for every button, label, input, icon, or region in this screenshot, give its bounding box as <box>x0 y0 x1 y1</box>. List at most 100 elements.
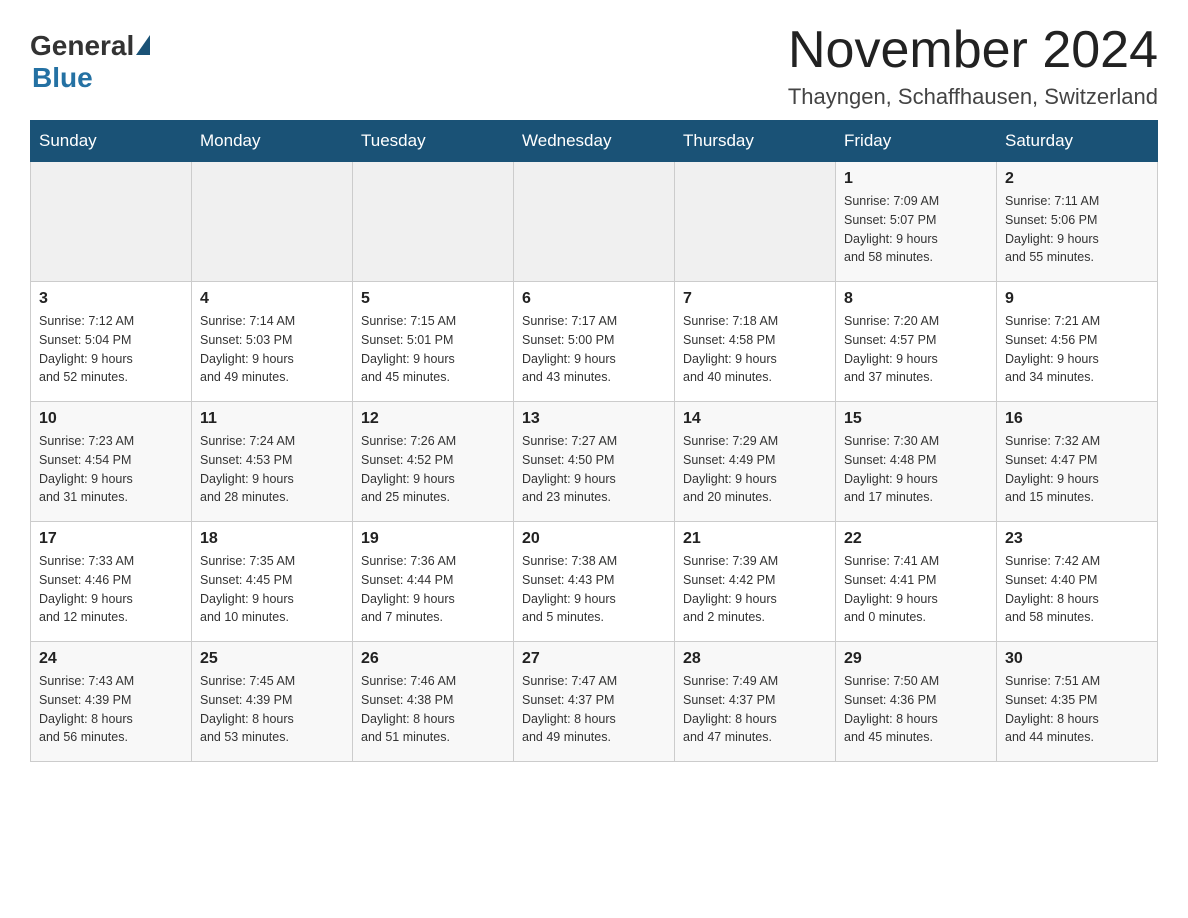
calendar-cell <box>514 162 675 282</box>
page-header: General Blue November 2024 Thayngen, Sch… <box>30 20 1158 110</box>
calendar-row-1: 1Sunrise: 7:09 AM Sunset: 5:07 PM Daylig… <box>31 162 1158 282</box>
calendar-cell: 17 Sunrise: 7:33 AM Sunset: 4:46 PM Dayli… <box>31 522 192 642</box>
day-number: 26 <box>361 650 505 668</box>
day-info: Sunrise: 7:46 AM Sunset: 4:38 PM Dayligh… <box>361 672 505 747</box>
day-number: 29 <box>844 650 988 668</box>
logo-general-text: General <box>30 30 134 62</box>
day-info: Sunrise: 7:47 AM Sunset: 4:37 PM Dayligh… <box>522 672 666 747</box>
calendar-cell: 15Sunrise: 7:30 AM Sunset: 4:48 PM Dayli… <box>836 402 997 522</box>
day-info: Sunrise: 7:50 AM Sunset: 4:36 PM Dayligh… <box>844 672 988 747</box>
month-title: November 2024 <box>788 20 1158 80</box>
day-number: 11 <box>200 410 344 428</box>
day-info: Sunrise: 7:33 AM Sunset: 4:46 PM Dayligh… <box>39 552 183 627</box>
location-text: Thayngen, Schaffhausen, Switzerland <box>788 84 1158 110</box>
calendar-cell <box>192 162 353 282</box>
weekday-header-wednesday: Wednesday <box>514 121 675 162</box>
day-number: 2 <box>1005 170 1149 188</box>
weekday-header-friday: Friday <box>836 121 997 162</box>
weekday-header-monday: Monday <box>192 121 353 162</box>
day-info: Sunrise: 7:18 AM Sunset: 4:58 PM Dayligh… <box>683 312 827 387</box>
calendar-cell: 19 Sunrise: 7:36 AM Sunset: 4:44 PM Dayli… <box>353 522 514 642</box>
calendar-cell: 20 Sunrise: 7:38 AM Sunset: 4:43 PM Dayli… <box>514 522 675 642</box>
day-info: Sunrise: 7:35 AM Sunset: 4:45 PM Dayligh… <box>200 552 344 627</box>
day-number: 5 <box>361 290 505 308</box>
day-info: Sunrise: 7:38 AM Sunset: 4:43 PM Dayligh… <box>522 552 666 627</box>
day-info: Sunrise: 7:27 AM Sunset: 4:50 PM Dayligh… <box>522 432 666 507</box>
day-info: Sunrise: 7:43 AM Sunset: 4:39 PM Dayligh… <box>39 672 183 747</box>
day-number: 20 <box>522 530 666 548</box>
day-info: Sunrise: 7:42 AM Sunset: 4:40 PM Dayligh… <box>1005 552 1149 627</box>
day-number: 27 <box>522 650 666 668</box>
calendar-cell: 5 Sunrise: 7:15 AM Sunset: 5:01 PM Daylig… <box>353 282 514 402</box>
calendar-table: SundayMondayTuesdayWednesdayThursdayFrid… <box>30 120 1158 762</box>
weekday-header-sunday: Sunday <box>31 121 192 162</box>
calendar-row-3: 10 Sunrise: 7:23 AM Sunset: 4:54 PM Dayli… <box>31 402 1158 522</box>
calendar-cell: 3 Sunrise: 7:12 AM Sunset: 5:04 PM Daylig… <box>31 282 192 402</box>
day-info: Sunrise: 7:17 AM Sunset: 5:00 PM Dayligh… <box>522 312 666 387</box>
weekday-header-thursday: Thursday <box>675 121 836 162</box>
day-info: Sunrise: 7:36 AM Sunset: 4:44 PM Dayligh… <box>361 552 505 627</box>
day-info: Sunrise: 7:29 AM Sunset: 4:49 PM Dayligh… <box>683 432 827 507</box>
calendar-cell: 28 Sunrise: 7:49 AM Sunset: 4:37 PM Dayli… <box>675 642 836 762</box>
day-number: 17 <box>39 530 183 548</box>
calendar-row-4: 17 Sunrise: 7:33 AM Sunset: 4:46 PM Dayli… <box>31 522 1158 642</box>
day-info: Sunrise: 7:09 AM Sunset: 5:07 PM Dayligh… <box>844 192 988 267</box>
calendar-cell: 9 Sunrise: 7:21 AM Sunset: 4:56 PM Daylig… <box>997 282 1158 402</box>
logo-blue-text: Blue <box>32 62 93 94</box>
day-info: Sunrise: 7:39 AM Sunset: 4:42 PM Dayligh… <box>683 552 827 627</box>
calendar-cell: 29 Sunrise: 7:50 AM Sunset: 4:36 PM Dayli… <box>836 642 997 762</box>
day-info: Sunrise: 7:11 AM Sunset: 5:06 PM Dayligh… <box>1005 192 1149 267</box>
calendar-cell: 18 Sunrise: 7:35 AM Sunset: 4:45 PM Dayli… <box>192 522 353 642</box>
calendar-cell: 26 Sunrise: 7:46 AM Sunset: 4:38 PM Dayli… <box>353 642 514 762</box>
day-info: Sunrise: 7:15 AM Sunset: 5:01 PM Dayligh… <box>361 312 505 387</box>
weekday-header-row: SundayMondayTuesdayWednesdayThursdayFrid… <box>31 121 1158 162</box>
day-number: 21 <box>683 530 827 548</box>
calendar-cell <box>353 162 514 282</box>
day-number: 6 <box>522 290 666 308</box>
day-number: 23 <box>1005 530 1149 548</box>
day-number: 22 <box>844 530 988 548</box>
calendar-cell: 13 Sunrise: 7:27 AM Sunset: 4:50 PM Dayli… <box>514 402 675 522</box>
calendar-cell: 14 Sunrise: 7:29 AM Sunset: 4:49 PM Dayli… <box>675 402 836 522</box>
title-block: November 2024 Thayngen, Schaffhausen, Sw… <box>788 20 1158 110</box>
day-number: 3 <box>39 290 183 308</box>
calendar-cell: 25Sunrise: 7:45 AM Sunset: 4:39 PM Dayli… <box>192 642 353 762</box>
day-number: 28 <box>683 650 827 668</box>
calendar-cell: 16Sunrise: 7:32 AM Sunset: 4:47 PM Dayli… <box>997 402 1158 522</box>
day-info: Sunrise: 7:41 AM Sunset: 4:41 PM Dayligh… <box>844 552 988 627</box>
day-info: Sunrise: 7:26 AM Sunset: 4:52 PM Dayligh… <box>361 432 505 507</box>
calendar-cell: 6 Sunrise: 7:17 AM Sunset: 5:00 PM Daylig… <box>514 282 675 402</box>
calendar-cell: 2 Sunrise: 7:11 AM Sunset: 5:06 PM Daylig… <box>997 162 1158 282</box>
calendar-cell: 24 Sunrise: 7:43 AM Sunset: 4:39 PM Dayli… <box>31 642 192 762</box>
day-info: Sunrise: 7:23 AM Sunset: 4:54 PM Dayligh… <box>39 432 183 507</box>
calendar-cell: 23 Sunrise: 7:42 AM Sunset: 4:40 PM Dayli… <box>997 522 1158 642</box>
calendar-cell: 11 Sunrise: 7:24 AM Sunset: 4:53 PM Dayli… <box>192 402 353 522</box>
day-info: Sunrise: 7:45 AM Sunset: 4:39 PM Dayligh… <box>200 672 344 747</box>
day-info: Sunrise: 7:21 AM Sunset: 4:56 PM Dayligh… <box>1005 312 1149 387</box>
calendar-row-5: 24 Sunrise: 7:43 AM Sunset: 4:39 PM Dayli… <box>31 642 1158 762</box>
calendar-cell: 10 Sunrise: 7:23 AM Sunset: 4:54 PM Dayli… <box>31 402 192 522</box>
day-number: 24 <box>39 650 183 668</box>
day-number: 8 <box>844 290 988 308</box>
day-number: 7 <box>683 290 827 308</box>
day-number: 16 <box>1005 410 1149 428</box>
day-info: Sunrise: 7:20 AM Sunset: 4:57 PM Dayligh… <box>844 312 988 387</box>
calendar-cell <box>675 162 836 282</box>
day-number: 30 <box>1005 650 1149 668</box>
day-number: 18 <box>200 530 344 548</box>
day-info: Sunrise: 7:24 AM Sunset: 4:53 PM Dayligh… <box>200 432 344 507</box>
day-number: 15 <box>844 410 988 428</box>
calendar-cell: 12Sunrise: 7:26 AM Sunset: 4:52 PM Dayli… <box>353 402 514 522</box>
day-number: 10 <box>39 410 183 428</box>
day-number: 9 <box>1005 290 1149 308</box>
calendar-cell: 4 Sunrise: 7:14 AM Sunset: 5:03 PM Daylig… <box>192 282 353 402</box>
day-number: 14 <box>683 410 827 428</box>
day-info: Sunrise: 7:12 AM Sunset: 5:04 PM Dayligh… <box>39 312 183 387</box>
day-number: 4 <box>200 290 344 308</box>
calendar-cell: 27 Sunrise: 7:47 AM Sunset: 4:37 PM Dayli… <box>514 642 675 762</box>
day-number: 13 <box>522 410 666 428</box>
day-info: Sunrise: 7:14 AM Sunset: 5:03 PM Dayligh… <box>200 312 344 387</box>
calendar-cell: 21 Sunrise: 7:39 AM Sunset: 4:42 PM Dayli… <box>675 522 836 642</box>
day-info: Sunrise: 7:49 AM Sunset: 4:37 PM Dayligh… <box>683 672 827 747</box>
day-number: 19 <box>361 530 505 548</box>
